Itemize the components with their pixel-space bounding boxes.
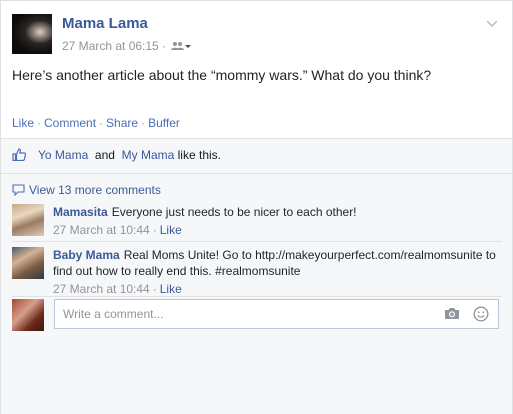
divider	[12, 296, 502, 297]
comment-like-button[interactable]: Like	[160, 282, 182, 296]
comment-timestamp[interactable]: 27 March at 10:44	[53, 223, 150, 237]
author-avatar[interactable]	[12, 14, 52, 54]
view-more-comments[interactable]: View 13 more comments	[12, 183, 161, 199]
friends-icon[interactable]	[170, 40, 191, 54]
post-timestamp[interactable]: 27 March at 06:15	[62, 39, 159, 53]
comment-item: Mamasita Everyone just needs to be nicer …	[12, 204, 502, 240]
comment-item: Baby Mama Real Moms Unite! Go to http://m…	[12, 247, 502, 296]
chevron-down-icon[interactable]	[486, 15, 498, 33]
comment-bubble-icon	[12, 184, 25, 199]
comment-composer[interactable]	[54, 299, 499, 329]
liker-link-1[interactable]: Yo Mama	[38, 148, 88, 162]
author-name[interactable]: Mama Lama	[62, 15, 148, 32]
post-card: Mama Lama 27 March at 06:15 · Here’s anot…	[0, 0, 513, 414]
divider	[12, 241, 502, 242]
camera-icon[interactable]	[444, 307, 460, 325]
comment-like-button[interactable]: Like	[160, 223, 182, 237]
commenter-name[interactable]: Baby Mama	[53, 248, 120, 262]
commenter-avatar[interactable]	[12, 247, 44, 279]
comment-input[interactable]	[61, 306, 435, 322]
commenter-name[interactable]: Mamasita	[53, 205, 108, 219]
share-button[interactable]: Share	[106, 116, 138, 130]
comment-text: Everyone just needs to be nicer to each …	[111, 205, 357, 219]
divider	[1, 173, 512, 174]
view-more-link[interactable]: View 13 more comments	[29, 183, 161, 197]
likes-summary: Yo Mama and My Mama like this.	[12, 148, 221, 164]
comment-button[interactable]: Comment	[44, 116, 96, 130]
post-text: Here’s another article about the “mommy …	[12, 67, 432, 83]
liker-link-2[interactable]: My Mama	[122, 148, 175, 162]
thumbs-up-icon	[12, 148, 27, 164]
like-button[interactable]: Like	[12, 116, 34, 130]
buffer-button[interactable]: Buffer	[148, 116, 180, 130]
likes-and: and	[94, 148, 115, 162]
post-actions: Like · Comment · Share · Buffer	[12, 116, 180, 130]
commenter-avatar[interactable]	[12, 204, 44, 236]
composer-avatar	[12, 299, 44, 331]
smiley-icon[interactable]	[473, 306, 489, 327]
likes-suffix: like this.	[177, 148, 221, 162]
post-meta: 27 March at 06:15 ·	[62, 39, 191, 54]
comment-timestamp[interactable]: 27 March at 10:44	[53, 282, 150, 296]
